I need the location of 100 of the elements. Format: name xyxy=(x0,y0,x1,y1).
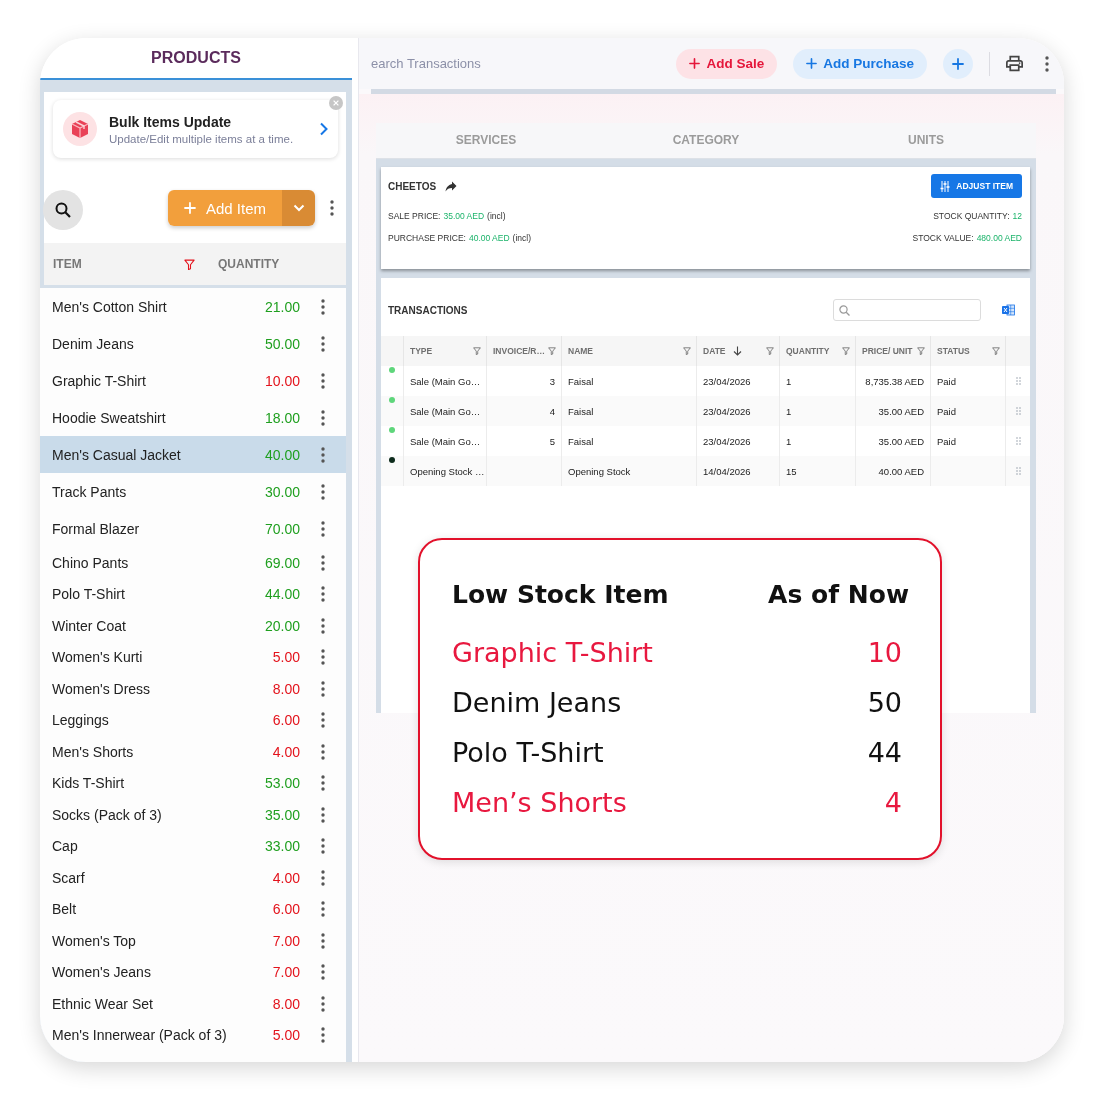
more-icon[interactable] xyxy=(321,298,325,315)
adjust-item-button[interactable]: ADJUST ITEM xyxy=(931,174,1022,198)
chevron-right-icon[interactable] xyxy=(319,122,328,136)
item-name: Men's Shorts xyxy=(52,743,135,760)
list-item[interactable]: Men's Casual Jacket 40.00 xyxy=(40,436,346,473)
item-quantity: 21.00 xyxy=(264,298,300,315)
drag-handle-icon[interactable] xyxy=(1015,437,1021,445)
item-name: Kids T-Shirt xyxy=(52,775,126,792)
list-item[interactable]: Belt 6.00 xyxy=(40,893,346,925)
list-item[interactable]: Women's Dress 8.00 xyxy=(40,673,346,705)
search-button[interactable] xyxy=(43,190,83,230)
more-icon[interactable] xyxy=(321,869,325,886)
more-icon[interactable] xyxy=(321,335,325,352)
more-icon[interactable] xyxy=(321,586,325,603)
list-item[interactable]: Hoodie Sweatshirt 18.00 xyxy=(40,399,346,436)
list-item[interactable]: Scarf 4.00 xyxy=(40,862,346,894)
filter-icon[interactable] xyxy=(766,347,774,355)
item-name: Formal Blazer xyxy=(52,520,141,537)
drag-handle-icon[interactable] xyxy=(1015,407,1021,415)
filter-icon[interactable] xyxy=(683,347,691,355)
more-icon[interactable] xyxy=(321,775,325,792)
section-title: TRANSACTIONS xyxy=(388,304,468,316)
more-icon[interactable] xyxy=(321,712,325,729)
more-icon[interactable] xyxy=(321,932,325,949)
filter-icon[interactable] xyxy=(917,347,925,355)
more-icon[interactable] xyxy=(321,995,325,1012)
drag-handle-icon[interactable] xyxy=(1015,377,1021,385)
filter-icon[interactable] xyxy=(548,347,556,355)
more-icon[interactable] xyxy=(321,649,325,666)
more-icon[interactable] xyxy=(321,372,325,389)
filter-icon[interactable] xyxy=(184,258,195,270)
list-item[interactable]: Cap 33.00 xyxy=(40,830,346,862)
more-icon[interactable] xyxy=(321,554,325,571)
more-icon[interactable] xyxy=(321,901,325,918)
column-header[interactable]: ITEM xyxy=(53,257,184,271)
spreadsheet-icon[interactable] xyxy=(1002,304,1015,316)
list-item[interactable]: Socks (Pack of 3) 35.00 xyxy=(40,799,346,831)
list-item[interactable]: Leggings 6.00 xyxy=(40,704,346,736)
filter-icon[interactable] xyxy=(473,347,481,355)
more-icon[interactable] xyxy=(321,838,325,855)
list-item[interactable]: Kids T-Shirt 53.00 xyxy=(40,767,346,799)
filter-icon[interactable] xyxy=(992,347,1000,355)
more-icon[interactable] xyxy=(321,409,325,426)
more-icon[interactable] xyxy=(321,617,325,634)
item-name: Chino Pants xyxy=(52,554,130,571)
add-button[interactable] xyxy=(943,48,973,79)
list-item[interactable]: Women's Top 7.00 xyxy=(40,925,346,957)
item-name: Track Pants xyxy=(52,483,128,500)
print-icon[interactable] xyxy=(1006,55,1023,72)
list-item[interactable]: Denim Jeans 50.00 xyxy=(40,325,346,362)
item-name: Women's Jeans xyxy=(52,964,152,981)
more-icon[interactable] xyxy=(321,520,325,537)
drag-handle-icon[interactable] xyxy=(1015,467,1021,475)
item-quantity: 20.00 xyxy=(264,617,300,634)
list-item[interactable]: Ethnic Wear Set 8.00 xyxy=(40,988,346,1020)
arrow-down-icon xyxy=(732,346,742,356)
more-icon[interactable] xyxy=(330,200,334,216)
column-header: As of Now xyxy=(768,579,909,609)
more-icon[interactable] xyxy=(321,964,325,981)
item-quantity: 70.00 xyxy=(264,520,300,537)
table-row[interactable]: Sale (Main Go… 4 Faisal 23/04/2026 1 35.00 AED Paid xyxy=(381,396,1030,426)
bulk-update-card[interactable]: Bulk Items Update Update/Edit multiple items at a time. xyxy=(53,100,338,158)
filter-icon[interactable] xyxy=(842,347,850,355)
list-item[interactable]: Chino Pants 69.00 xyxy=(40,547,346,579)
column-header[interactable]: QUANTITY xyxy=(218,257,280,271)
plus-icon xyxy=(952,57,964,70)
item-quantity: 18.00 xyxy=(264,409,300,426)
more-icon[interactable] xyxy=(321,1027,325,1044)
more-icon[interactable] xyxy=(321,680,325,697)
list-item[interactable]: Men's Innerwear (Pack of 3) 5.00 xyxy=(40,1019,346,1051)
list-item[interactable]: Track Pants 30.00 xyxy=(40,473,346,510)
item-name: Polo T-Shirt xyxy=(52,586,126,603)
table-row[interactable]: Opening Stock … Opening Stock 14/04/2026 15 40.00 AED xyxy=(381,456,1030,486)
detail-value: 480.00 AED xyxy=(976,232,1022,244)
add-sale-button[interactable]: Add Sale xyxy=(676,48,778,79)
detail-value: 12 xyxy=(1012,210,1022,222)
list-item[interactable]: Polo T-Shirt 44.00 xyxy=(40,578,346,610)
more-icon[interactable] xyxy=(321,743,325,760)
more-icon[interactable] xyxy=(1045,55,1049,72)
bulk-update-subtitle: Update/Edit multiple items at a time. xyxy=(109,132,294,145)
search-field[interactable] xyxy=(833,299,981,321)
add-purchase-button[interactable]: Add Purchase xyxy=(793,48,927,79)
plus-icon xyxy=(806,58,818,69)
share-icon[interactable] xyxy=(445,180,458,192)
search-icon xyxy=(839,304,850,316)
list-item[interactable]: Women's Kurti 5.00 xyxy=(40,641,346,673)
more-icon[interactable] xyxy=(321,483,325,500)
search-field[interactable]: earch Transactions xyxy=(371,56,661,71)
list-item[interactable]: Men's Shorts 4.00 xyxy=(40,736,346,768)
box-icon xyxy=(63,112,97,146)
list-item[interactable]: Formal Blazer 70.00 xyxy=(40,510,346,547)
item-name: Winter Coat xyxy=(52,617,127,634)
list-item[interactable]: Women's Jeans 7.00 xyxy=(40,956,346,988)
list-item[interactable]: Graphic T-Shirt 10.00 xyxy=(40,362,346,399)
item-name: Cap xyxy=(52,838,79,855)
list-item[interactable]: Men's Cotton Shirt 21.00 xyxy=(40,288,346,325)
more-icon[interactable] xyxy=(321,446,325,463)
more-icon[interactable] xyxy=(321,806,325,823)
list-item[interactable]: Winter Coat 20.00 xyxy=(40,610,346,642)
item-name: Men's Cotton Shirt xyxy=(52,298,168,315)
